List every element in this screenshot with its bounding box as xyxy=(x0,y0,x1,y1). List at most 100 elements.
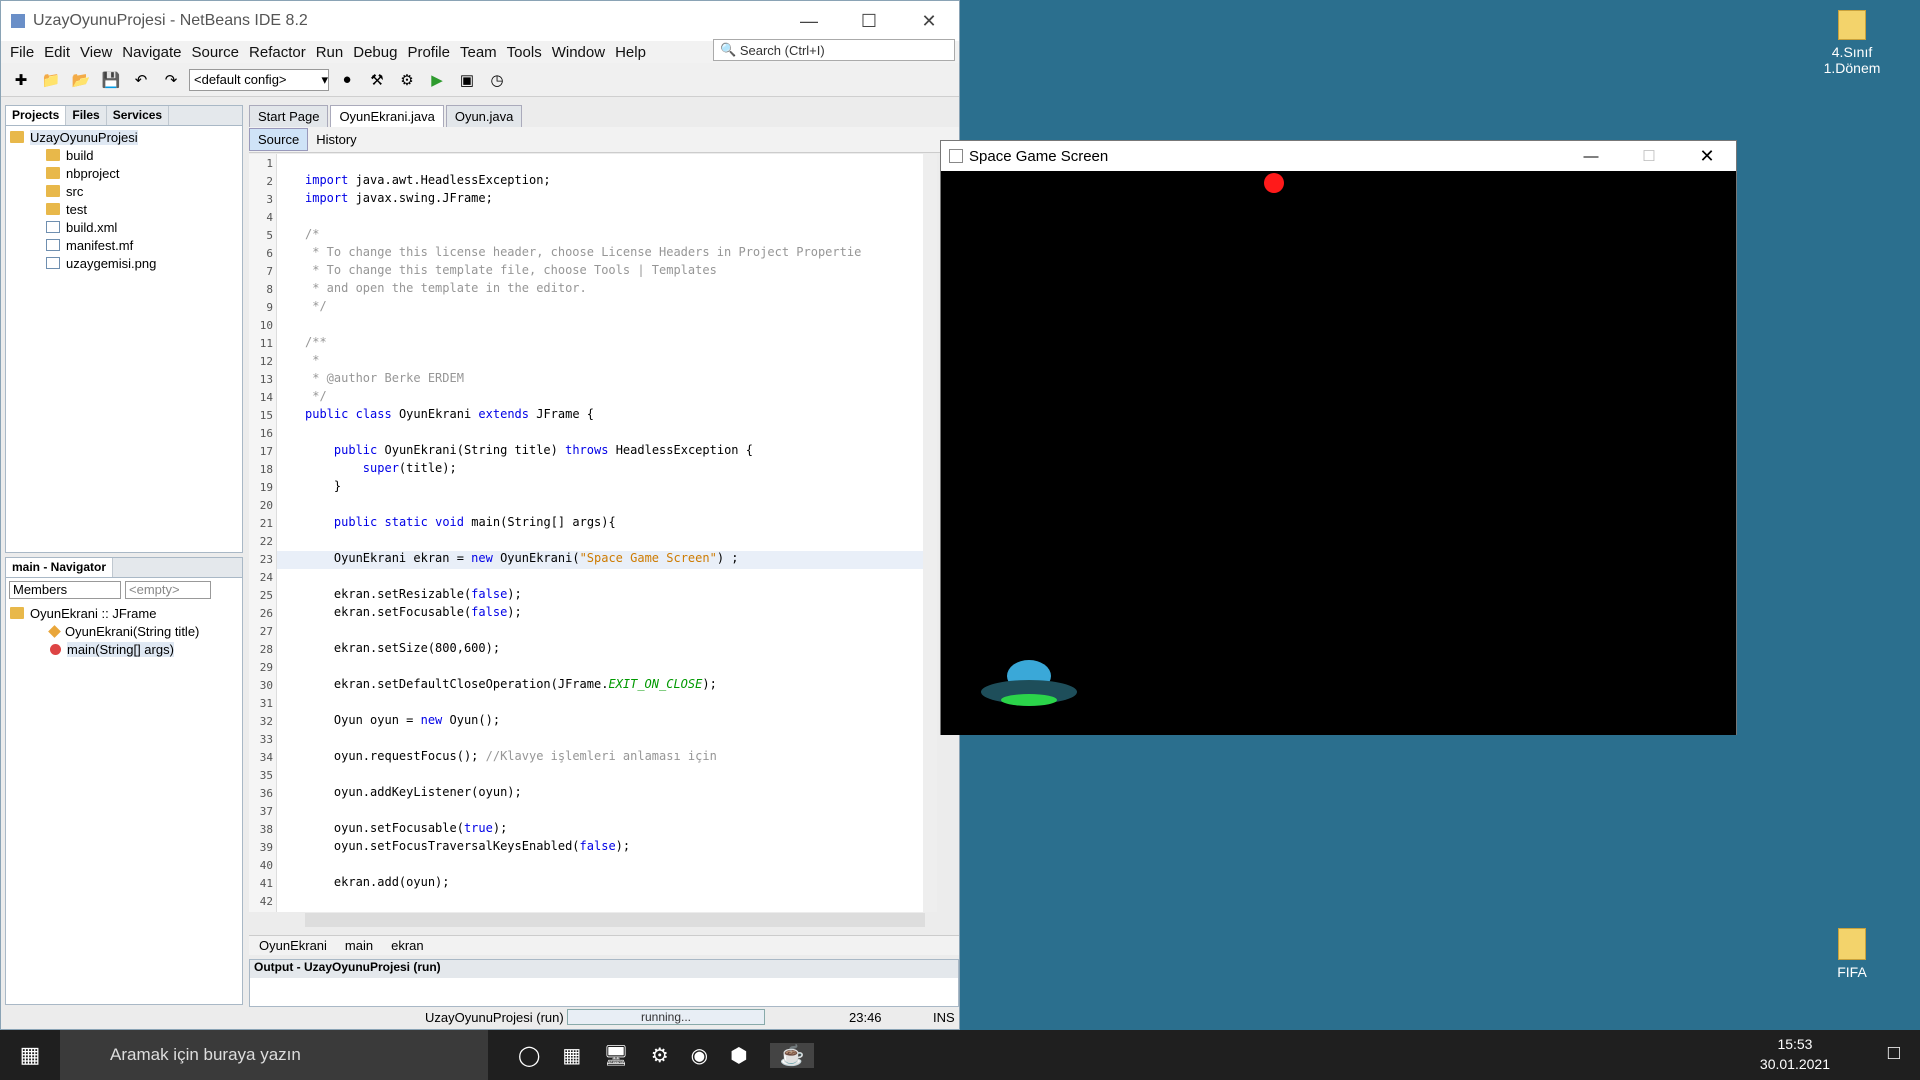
tab-projects[interactable]: Projects xyxy=(6,106,67,125)
steam-icon[interactable]: ⚙ xyxy=(651,1043,669,1068)
line-number: 39 xyxy=(259,841,273,854)
game-canvas[interactable] xyxy=(941,171,1736,735)
tab-source[interactable]: Source xyxy=(249,128,309,151)
undo-icon[interactable]: ↶ xyxy=(129,68,153,92)
windows-start-icon[interactable]: ▦ xyxy=(0,1030,60,1080)
code-line: * @author Berke ERDEM xyxy=(305,371,464,385)
app-icon[interactable]: ⬢ xyxy=(730,1043,747,1068)
code-line: Oyun oyun = new Oyun(); xyxy=(305,713,501,727)
java-app-icon[interactable]: ☕ xyxy=(769,1042,815,1068)
menu-debug[interactable]: Debug xyxy=(348,44,402,61)
desktop-folder-semester[interactable]: 4.Sınıf 1.Dönem xyxy=(1802,10,1902,76)
horizontal-scrollbar[interactable] xyxy=(305,913,925,927)
menu-profile[interactable]: Profile xyxy=(402,44,455,61)
game-window-title: Space Game Screen xyxy=(969,147,1109,165)
tab-oyun[interactable]: Oyun.java xyxy=(445,105,523,127)
bullet-ball xyxy=(1264,173,1284,193)
line-number: 8 xyxy=(266,283,273,296)
code-line: oyun.setFocusTraversalKeysEnabled(false)… xyxy=(305,839,631,853)
minimize-button[interactable]: — xyxy=(1562,141,1620,171)
tree-item-test[interactable]: test xyxy=(10,200,238,218)
desktop-folder-fifa[interactable]: FIFA xyxy=(1802,928,1902,980)
menu-refactor[interactable]: Refactor xyxy=(244,44,311,61)
save-all-icon[interactable]: 💾 xyxy=(99,68,123,92)
menu-navigate[interactable]: Navigate xyxy=(117,44,186,61)
breadcrumb-method[interactable]: main xyxy=(345,938,373,953)
tree-item-image[interactable]: uzaygemisi.png xyxy=(10,254,238,272)
notification-icon[interactable]: □ xyxy=(1888,1042,1900,1065)
line-number: 13 xyxy=(259,373,273,386)
redo-icon[interactable]: ↷ xyxy=(159,68,183,92)
build-icon[interactable]: ⚒ xyxy=(365,68,389,92)
vertical-scrollbar[interactable] xyxy=(923,154,937,912)
chrome-icon[interactable]: ◉ xyxy=(691,1043,708,1068)
line-number: 40 xyxy=(259,859,273,872)
nav-item-constructor[interactable]: OyunEkrani(String title) xyxy=(10,622,238,640)
tab-oyunekrani[interactable]: OyunEkrani.java xyxy=(330,105,444,127)
code-line: public OyunEkrani(String title) throws H… xyxy=(333,443,753,457)
search-input[interactable]: 🔍 Search (Ctrl+I) xyxy=(713,39,955,61)
maximize-button[interactable]: ☐ xyxy=(839,1,899,41)
tab-files[interactable]: Files xyxy=(66,106,107,125)
menu-edit[interactable]: Edit xyxy=(39,44,75,61)
debug-icon[interactable]: ▣ xyxy=(455,68,479,92)
line-number: 5 xyxy=(266,229,273,242)
config-select[interactable]: <default config> ▾ xyxy=(189,68,329,91)
desktop-folder-label: FIFA xyxy=(1837,964,1867,980)
tree-item-manifest[interactable]: manifest.mf xyxy=(10,236,238,254)
profile-icon[interactable]: ◷ xyxy=(485,68,509,92)
menu-tools[interactable]: Tools xyxy=(502,44,547,61)
game-window: Space Game Screen — ☐ ✕ xyxy=(940,140,1737,735)
nav-item-class[interactable]: OyunEkrani :: JFrame xyxy=(10,604,238,622)
tree-item-build-xml[interactable]: build.xml xyxy=(10,218,238,236)
menu-team[interactable]: Team xyxy=(455,44,502,61)
clean-build-icon[interactable]: ⚙ xyxy=(395,68,419,92)
code-line: ekran.setResizable(false); xyxy=(305,587,522,601)
code-line: public static void main(String[] args){ xyxy=(333,515,616,529)
menu-help[interactable]: Help xyxy=(610,44,651,61)
members-select[interactable]: Members xyxy=(9,581,121,599)
breadcrumb-class[interactable]: OyunEkrani xyxy=(259,938,327,953)
line-number: 30 xyxy=(259,679,273,692)
globe-icon[interactable]: ● xyxy=(335,68,359,92)
new-project-icon[interactable]: 📁 xyxy=(39,68,63,92)
tree-item-project[interactable]: UzayOyunuProjesi xyxy=(10,128,238,146)
line-number: 1 xyxy=(266,157,273,170)
run-icon[interactable]: ▶ xyxy=(425,68,449,92)
breadcrumb-variable[interactable]: ekran xyxy=(391,938,424,953)
tab-start-page[interactable]: Start Page xyxy=(249,105,329,127)
menu-source[interactable]: Source xyxy=(186,44,244,61)
close-button[interactable]: ✕ xyxy=(1678,141,1736,171)
maximize-button: ☐ xyxy=(1642,148,1656,165)
menu-view[interactable]: View xyxy=(75,44,117,61)
computer-icon[interactable]: 🖥 xyxy=(603,1043,628,1068)
clock[interactable]: 15:53 30.01.2021 xyxy=(1760,1034,1830,1074)
project-icon xyxy=(10,131,24,143)
line-number: 20 xyxy=(259,499,273,512)
taskbar-search[interactable]: Aramak için buraya yazın xyxy=(60,1030,488,1080)
tree-item-build[interactable]: build xyxy=(10,146,238,164)
nav-item-main[interactable]: main(String[] args) xyxy=(10,640,238,658)
minimize-button[interactable]: — xyxy=(779,1,839,41)
cortana-icon[interactable]: ◯ xyxy=(518,1043,540,1068)
tab-navigator[interactable]: main - Navigator xyxy=(6,558,114,577)
menu-window[interactable]: Window xyxy=(547,44,610,61)
projects-panel: Projects Files Services UzayOyunuProjesi… xyxy=(5,105,243,553)
code-line: ekran.setDefaultCloseOperation(JFrame.EX… xyxy=(305,677,717,691)
menu-run[interactable]: Run xyxy=(311,44,349,61)
filter-select[interactable]: <empty> xyxy=(125,581,211,599)
task-view-icon[interactable]: ▦ xyxy=(562,1043,581,1068)
tree-item-src[interactable]: src xyxy=(10,182,238,200)
output-title[interactable]: Output - UzayOyunuProjesi (run) xyxy=(250,960,958,978)
line-number: 24 xyxy=(259,571,273,584)
new-file-icon[interactable]: ✚ xyxy=(9,68,33,92)
close-button[interactable]: ✕ xyxy=(899,1,959,41)
tree-item-nbproject[interactable]: nbproject xyxy=(10,164,238,182)
tab-services[interactable]: Services xyxy=(107,106,170,125)
code-line: oyun.setFocusable(true); xyxy=(305,821,508,835)
menu-file[interactable]: File xyxy=(5,44,39,61)
line-number: 23 xyxy=(259,553,273,566)
open-project-icon[interactable]: 📂 xyxy=(69,68,93,92)
code-line: */ xyxy=(305,389,327,403)
tab-history[interactable]: History xyxy=(308,129,364,150)
